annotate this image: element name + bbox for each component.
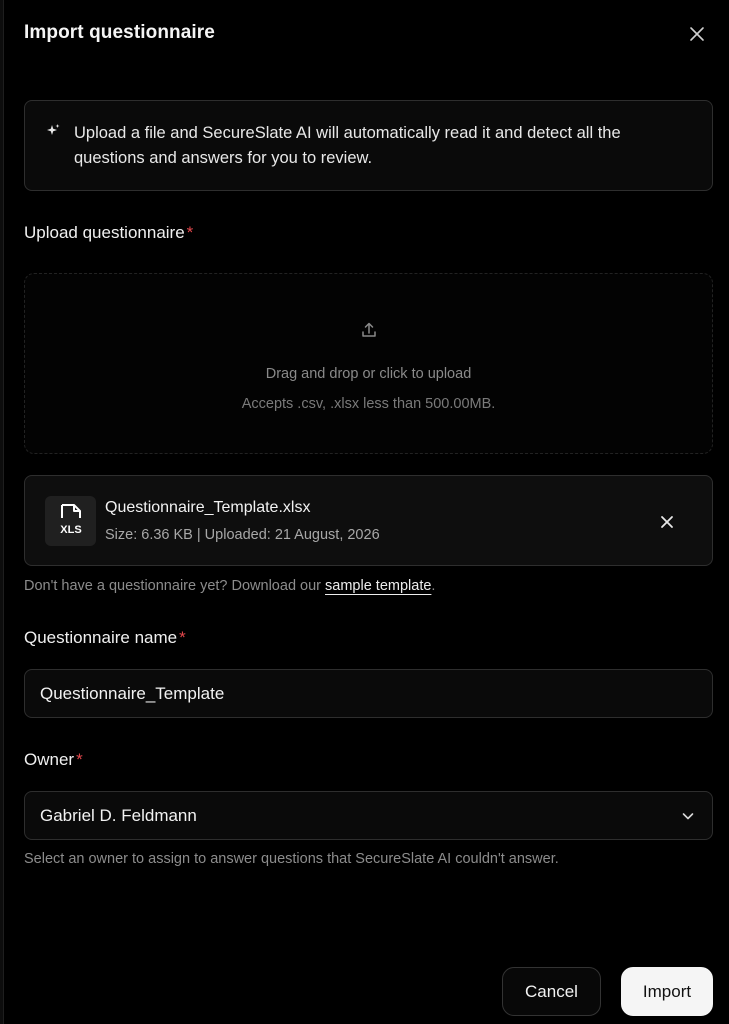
close-icon [661, 516, 673, 528]
xls-file-icon: XLS [45, 496, 96, 546]
upload-icon [356, 317, 382, 343]
owner-select-value: Gabriel D. Feldmann [40, 806, 197, 825]
upload-label: Upload questionnaire * [24, 223, 193, 243]
questionnaire-name-input[interactable] [24, 669, 713, 718]
questionnaire-name-label-text: Questionnaire name [24, 628, 178, 647]
dialog-title: Import questionnaire [24, 22, 215, 43]
dropzone-instructions: Drag and drop or click to upload [265, 366, 472, 382]
template-hint-suffix: . [431, 578, 436, 594]
required-mark: * [186, 223, 194, 242]
required-mark: * [76, 750, 83, 769]
import-button[interactable]: Import [621, 967, 713, 1016]
background-edge [0, 0, 4, 1024]
sample-template-link[interactable]: sample template [325, 578, 431, 594]
owner-select[interactable]: Gabriel D. Feldmann [24, 791, 713, 840]
upload-dropzone[interactable]: Drag and drop or click to upload Accepts… [24, 273, 713, 454]
owner-label-text: Owner [24, 750, 75, 769]
file-name: Questionnaire_Template.xlsx [105, 499, 311, 516]
uploaded-file-card: XLS Questionnaire_Template.xlsx Size: 6.… [24, 475, 713, 566]
template-hint: Don't have a questionnaire yet? Download… [24, 578, 435, 594]
close-icon [690, 27, 704, 41]
template-hint-text: Don't have a questionnaire yet? Download… [24, 578, 326, 594]
info-callout: Upload a file and SecureSlate AI will au… [24, 100, 713, 191]
file-meta: Size: 6.36 KB | Uploaded: 21 August, 202… [105, 527, 380, 543]
file-type-label: XLS [60, 524, 81, 536]
questionnaire-name-label: Questionnaire name * [24, 628, 186, 648]
cancel-button[interactable]: Cancel [502, 967, 601, 1016]
info-text: Upload a file and SecureSlate AI will au… [74, 124, 621, 167]
required-mark: * [179, 628, 186, 647]
remove-file-button[interactable] [655, 510, 679, 534]
upload-label-text: Upload questionnaire [24, 223, 185, 242]
close-button[interactable] [684, 21, 710, 47]
chevron-down-icon [682, 813, 694, 820]
owner-hint: Select an owner to assign to answer ques… [24, 851, 559, 867]
dropzone-accepts: Accepts .csv, .xlsx less than 500.00MB. [241, 396, 496, 412]
sparkle-icon [47, 124, 60, 135]
owner-label: Owner * [24, 750, 83, 770]
